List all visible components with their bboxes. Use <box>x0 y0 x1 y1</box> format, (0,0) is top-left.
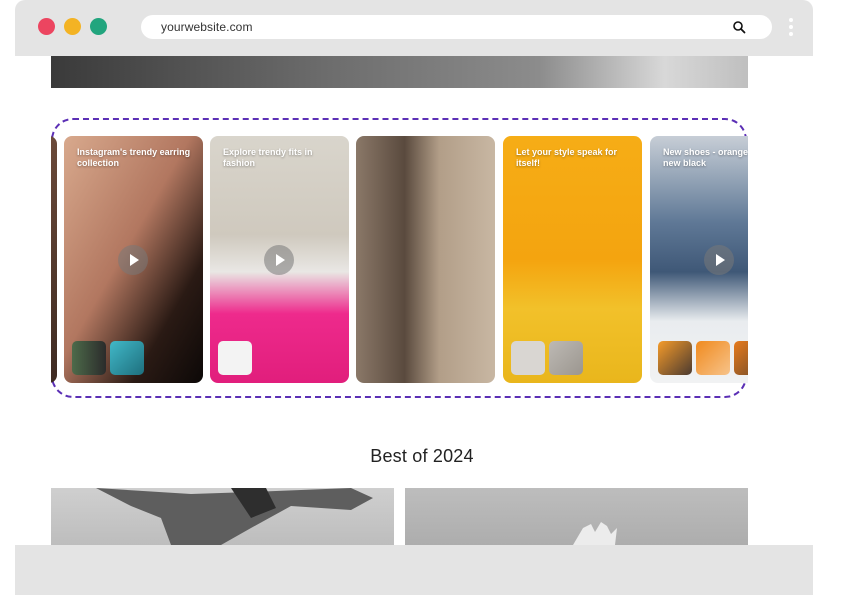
card-title: Instagram's trendy earring collection <box>77 147 191 168</box>
card-title: Explore trendy fits in fashion <box>223 147 313 168</box>
carousel-card[interactable]: New shoes - orange is the new black <box>650 136 748 383</box>
card-title: Let your style speak for itself! <box>516 147 618 168</box>
product-thumbnail[interactable] <box>72 341 106 375</box>
carousel-card[interactable]: Explore trendy fits in fashion <box>210 136 349 383</box>
browser-bottom-bar <box>15 545 813 595</box>
product-thumbnail[interactable] <box>218 341 252 375</box>
carousel-card[interactable] <box>51 136 57 383</box>
play-icon[interactable] <box>118 245 148 275</box>
product-thumbnail[interactable] <box>696 341 730 375</box>
product-thumbnail[interactable] <box>734 341 748 375</box>
product-thumbnail[interactable] <box>511 341 545 375</box>
carousel-card[interactable]: Instagram's trendy earring collection <box>64 136 203 383</box>
best-of-photo[interactable] <box>51 488 394 545</box>
carousel-card[interactable] <box>356 136 495 383</box>
product-thumbnail[interactable] <box>549 341 583 375</box>
url-text: yourwebsite.com <box>161 20 253 34</box>
address-bar[interactable]: yourwebsite.com <box>141 15 772 39</box>
close-window-button[interactable] <box>38 18 55 35</box>
product-thumbnail[interactable] <box>658 341 692 375</box>
section-title: Best of 2024 <box>370 446 474 466</box>
browser-toolbar: yourwebsite.com <box>15 0 813 56</box>
play-icon[interactable] <box>264 245 294 275</box>
carousel-card[interactable]: Let your style speak for itself! <box>503 136 642 383</box>
kebab-menu-icon[interactable] <box>786 18 796 38</box>
best-of-photo[interactable] <box>405 488 748 545</box>
hero-image <box>51 56 748 88</box>
play-icon[interactable] <box>704 245 734 275</box>
video-carousel[interactable]: Instagram's trendy earring collection Ex… <box>51 136 748 384</box>
maximize-window-button[interactable] <box>90 18 107 35</box>
card-title: New shoes - orange is the new black <box>663 147 748 168</box>
search-icon[interactable] <box>732 20 746 34</box>
photo-figure <box>96 488 373 545</box>
minimize-window-button[interactable] <box>64 18 81 35</box>
product-thumbnail[interactable] <box>110 341 144 375</box>
photo-figure <box>573 522 617 545</box>
